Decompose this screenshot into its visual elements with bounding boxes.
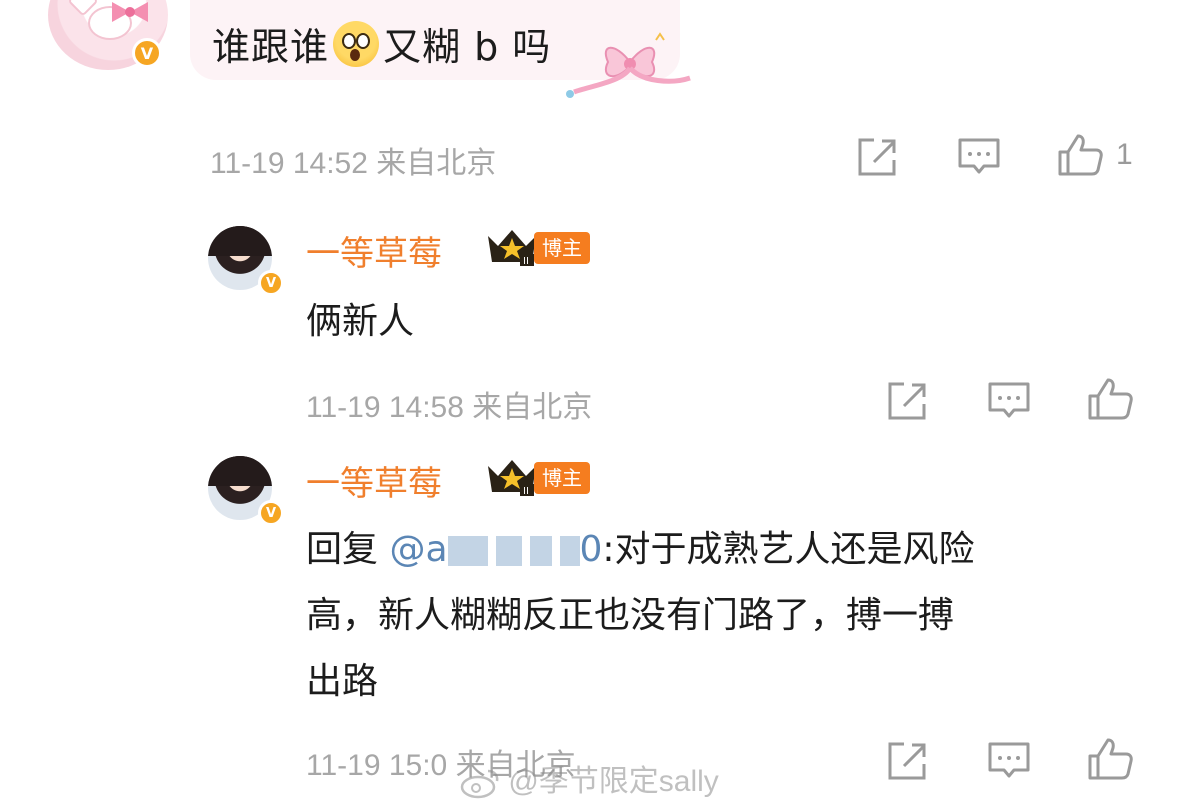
mention-start: @a (389, 529, 448, 570)
reply-line-1: :对于成熟艺人还是风险 (602, 529, 975, 570)
reply-time: 11-19 14:58 (306, 391, 464, 424)
reply-location: 来自北京 (472, 391, 593, 424)
top-comment-text-after: 又糊 b 吗 (383, 25, 552, 69)
reply-meta: 11-19 14:58 来自北京 (306, 382, 592, 426)
redacted-mention (495, 536, 522, 566)
reply-username[interactable]: 一等草莓 (306, 456, 442, 505)
thumbs-up-icon (1088, 738, 1133, 780)
astonished-face-emoji-icon (333, 20, 380, 67)
like-button[interactable] (1086, 376, 1134, 422)
crown-level-icon: II (484, 226, 540, 270)
verified-icon: V (258, 270, 284, 296)
share-icon (888, 742, 926, 780)
comment-button[interactable] (986, 378, 1032, 424)
reply-prefix: 回复 (306, 529, 390, 570)
mention-link[interactable]: @a 0 (389, 529, 602, 570)
watermark: @季节限定sally (460, 756, 719, 800)
reply-text-line-2: 高，新人糊糊反正也没有门路了，搏一搏 (306, 595, 955, 636)
like-button[interactable] (1056, 132, 1104, 178)
comment-time: 11-19 14:52 (210, 147, 368, 180)
reply-text: 俩新人 (306, 301, 415, 342)
share-icon (858, 138, 896, 176)
redacted-mention (559, 536, 580, 566)
top-comment-text-before: 谁跟谁 (212, 25, 330, 69)
comment-icon (988, 382, 1030, 418)
avatar-bow-decoration (112, 2, 148, 22)
reply-text-line-1: 回复 @a 0:对于成熟艺人还是风险 (306, 518, 975, 582)
weibo-logo-icon (460, 769, 499, 799)
share-icon (888, 382, 926, 420)
blogger-badge: 博主 (534, 462, 590, 494)
comment-icon (958, 138, 1000, 174)
crown-level-icon: II (484, 456, 540, 500)
reply-text-line-3: 出路 (306, 661, 379, 702)
redacted-mention (529, 536, 552, 566)
svg-text:II: II (523, 256, 529, 266)
verified-icon: V (258, 500, 284, 526)
svg-text:II: II (523, 486, 529, 496)
thumbs-up-icon (1088, 378, 1133, 420)
reply-username[interactable]: 一等草莓 (306, 226, 442, 275)
top-comment-text: 谁跟谁 又糊 b 吗 (212, 16, 551, 71)
share-button[interactable] (884, 378, 930, 424)
ribbon-bow-sticker-icon (566, 32, 691, 98)
blogger-badge: 博主 (534, 232, 590, 264)
watermark-text: @季节限定sally (508, 765, 719, 798)
comment-icon (988, 742, 1030, 778)
top-comment-meta: 11-19 14:52 来自北京 (210, 138, 496, 182)
thumbs-up-icon (1058, 134, 1103, 176)
comment-location: 来自北京 (376, 147, 497, 180)
share-button[interactable] (854, 134, 900, 180)
verified-icon: V (132, 38, 162, 68)
comment-button[interactable] (956, 134, 1002, 180)
reply-time: 11-19 15:0 (306, 749, 448, 782)
redacted-mention (447, 536, 488, 566)
like-button[interactable] (1086, 736, 1134, 782)
like-count: 1 (1116, 138, 1133, 171)
comment-button[interactable] (986, 738, 1032, 784)
share-button[interactable] (884, 738, 930, 784)
mention-end: 0 (579, 529, 603, 570)
